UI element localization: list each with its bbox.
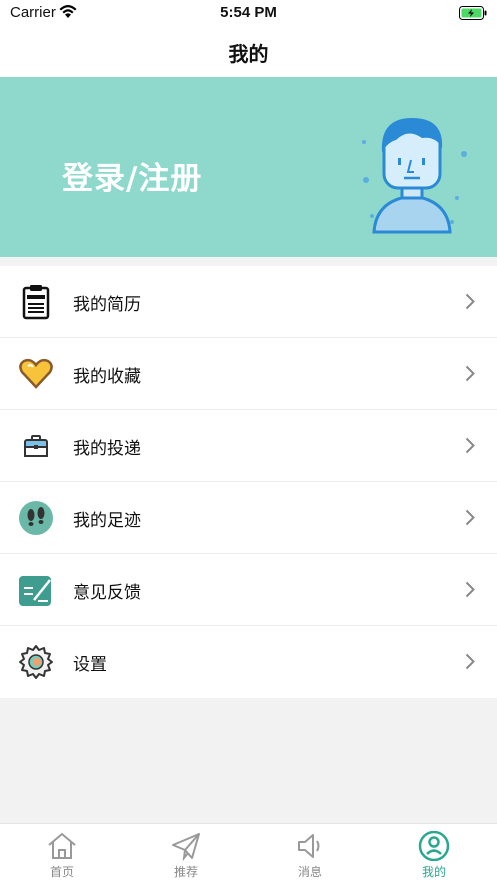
profile-menu: 我的简历 我的收藏 我的投递 我的足迹 意见反馈 设置 (0, 266, 497, 698)
tab-bar: 首页 推荐 消息 我的 (0, 823, 497, 883)
menu-label-resume: 我的简历 (73, 295, 141, 315)
resume-icon (18, 284, 54, 320)
login-register-link[interactable]: 登录/注册 (62, 153, 202, 198)
chevron-right-icon (465, 653, 475, 674)
menu-item-settings[interactable]: 设置 (0, 626, 497, 698)
footprints-icon (18, 500, 54, 536)
chevron-right-icon (465, 293, 475, 314)
chevron-right-icon (465, 437, 475, 458)
heart-icon (18, 356, 54, 392)
tab-label-recommend: 推荐 (173, 865, 198, 879)
menu-label-applications: 我的投递 (73, 439, 141, 459)
menu-item-feedback[interactable]: 意见反馈 (0, 554, 497, 626)
navigation-bar: 我的 (0, 26, 497, 77)
briefcase-icon (18, 428, 54, 464)
battery-icon (459, 5, 487, 24)
tab-label-profile: 我的 (421, 865, 446, 879)
gear-icon (18, 644, 54, 680)
feedback-icon (18, 572, 54, 608)
tab-home[interactable]: 首页 (0, 824, 124, 883)
profile-icon (418, 830, 450, 865)
menu-item-applications[interactable]: 我的投递 (0, 410, 497, 482)
paper-plane-icon (170, 831, 202, 865)
tab-recommend[interactable]: 推荐 (124, 824, 248, 883)
tab-label-home: 首页 (49, 865, 74, 879)
tab-messages[interactable]: 消息 (248, 824, 372, 883)
menu-item-footprints[interactable]: 我的足迹 (0, 482, 497, 554)
menu-item-resume[interactable]: 我的简历 (0, 266, 497, 338)
profile-banner[interactable]: 登录/注册 (0, 77, 497, 257)
tab-profile[interactable]: 我的 (372, 824, 496, 883)
menu-label-settings: 设置 (73, 655, 107, 675)
page-title: 我的 (228, 42, 269, 66)
menu-label-footprints: 我的足迹 (73, 511, 141, 531)
clock: 5:54 PM (220, 4, 277, 21)
status-bar: Carrier 5:54 PM (0, 0, 497, 26)
home-icon (46, 831, 78, 865)
tab-label-messages: 消息 (297, 865, 322, 879)
chevron-right-icon (465, 581, 475, 602)
chevron-right-icon (465, 509, 475, 530)
menu-label-feedback: 意见反馈 (73, 583, 141, 603)
menu-label-favorites: 我的收藏 (73, 367, 141, 387)
chevron-right-icon (465, 365, 475, 386)
speaker-icon (294, 831, 326, 865)
avatar-illustration-icon (352, 112, 472, 241)
menu-item-favorites[interactable]: 我的收藏 (0, 338, 497, 410)
